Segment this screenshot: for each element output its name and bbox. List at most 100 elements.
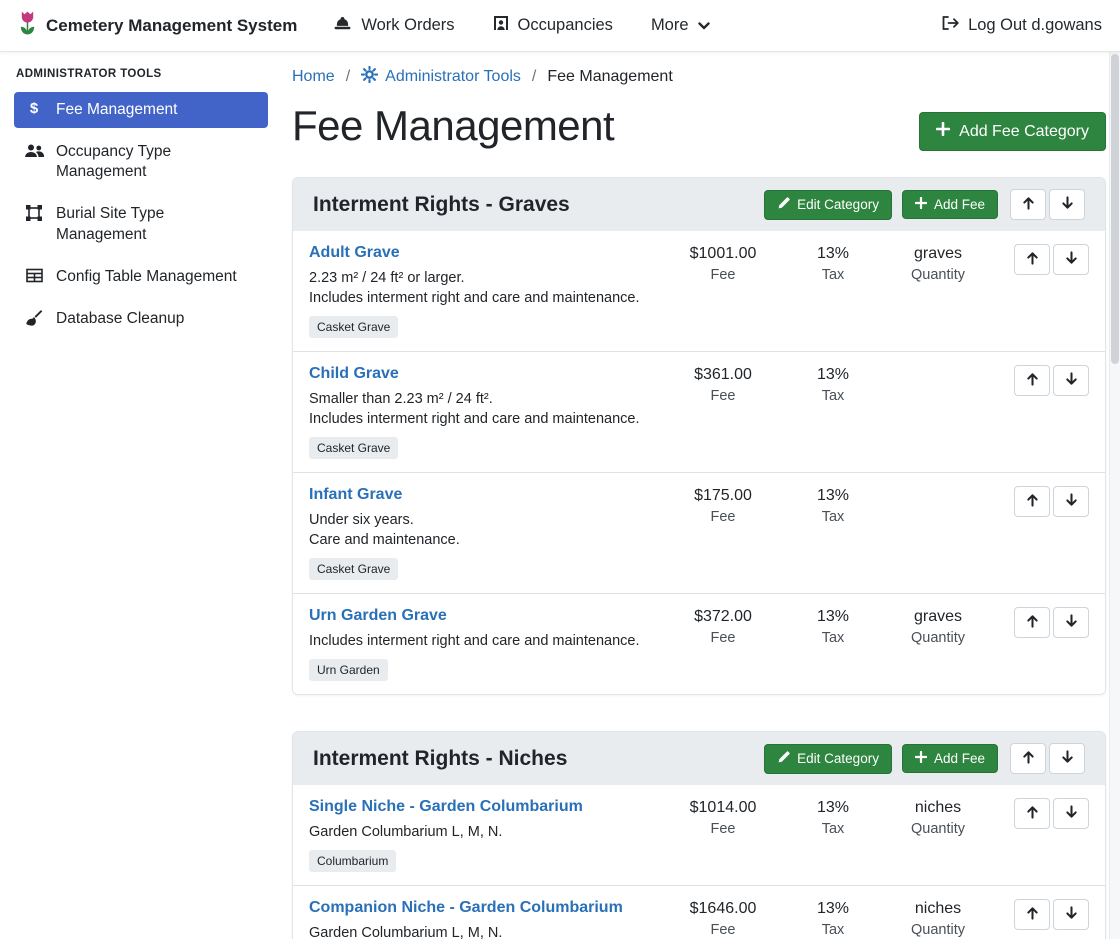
- move-fee-up-button[interactable]: [1014, 486, 1050, 517]
- arrow-up-icon: [1026, 372, 1039, 389]
- arrow-up-icon: [1022, 750, 1035, 767]
- tax-value: 13%: [783, 799, 883, 817]
- arrow-up-icon: [1022, 196, 1035, 213]
- quantity-cell: niches Quantity: [883, 899, 993, 938]
- pencil-icon: [777, 751, 790, 767]
- fee-row: Companion Niche - Garden Columbarium Gar…: [293, 885, 1105, 939]
- tax-label: Tax: [783, 509, 883, 525]
- move-fee-up-button[interactable]: [1014, 365, 1050, 396]
- fee-type-badge: Casket Grave: [309, 558, 398, 580]
- arrow-down-icon: [1061, 750, 1074, 767]
- move-category-up-button[interactable]: [1010, 743, 1046, 774]
- tax-cell: 13% Tax: [783, 899, 883, 938]
- tax-value: 13%: [783, 487, 883, 505]
- tax-label: Tax: [783, 922, 883, 938]
- sidebar-item-fee-management[interactable]: $ Fee Management: [14, 92, 268, 128]
- quantity-cell: niches Quantity: [883, 798, 993, 837]
- breadcrumb-home-link[interactable]: Home: [292, 68, 335, 86]
- move-fee-up-button[interactable]: [1014, 244, 1050, 275]
- arrow-down-icon: [1061, 196, 1074, 213]
- edit-category-button[interactable]: Edit Category: [764, 744, 892, 774]
- occupancy-icon: [493, 15, 509, 36]
- sidebar-item-occupancy-type-management[interactable]: Occupancy Type Management: [14, 134, 268, 190]
- sidebar-item-label: Database Cleanup: [56, 309, 184, 329]
- edit-category-button[interactable]: Edit Category: [764, 190, 892, 220]
- tax-value: 13%: [783, 900, 883, 918]
- add-fee-category-button[interactable]: Add Fee Category: [919, 112, 1106, 151]
- fee-name-link[interactable]: Companion Niche - Garden Columbarium: [309, 899, 623, 917]
- quantity-cell: [883, 486, 993, 487]
- nav-work-orders-label: Work Orders: [361, 16, 454, 35]
- quantity-value: niches: [883, 900, 993, 918]
- fee-label: Fee: [663, 922, 783, 938]
- nav-occupancies[interactable]: Occupancies: [493, 15, 613, 36]
- move-fee-up-button[interactable]: [1014, 899, 1050, 930]
- fee-description: Garden Columbarium L, M, N.: [309, 925, 663, 939]
- fee-description: Smaller than 2.23 m² / 24 ft².: [309, 391, 663, 407]
- fee-label: Fee: [663, 388, 783, 404]
- add-fee-button[interactable]: Add Fee: [902, 190, 998, 219]
- fee-row: Single Niche - Garden Columbarium Garden…: [293, 785, 1105, 885]
- fee-description: Under six years.: [309, 512, 663, 528]
- move-category-down-button[interactable]: [1049, 743, 1085, 774]
- quantity-label: Quantity: [883, 821, 993, 837]
- sidebar-heading: Administrator Tools: [16, 68, 266, 80]
- move-fee-down-button[interactable]: [1053, 486, 1089, 517]
- move-fee-down-button[interactable]: [1053, 798, 1089, 829]
- fee-name-link[interactable]: Urn Garden Grave: [309, 607, 447, 625]
- fee-name-link[interactable]: Single Niche - Garden Columbarium: [309, 798, 583, 816]
- main-content: Home / Administrator Tools: [280, 52, 1120, 939]
- breadcrumb-admin-tools-label: Administrator Tools: [385, 68, 521, 86]
- app-brand[interactable]: Cemetery Management System: [18, 10, 297, 41]
- tax-value: 13%: [783, 366, 883, 384]
- nav-items: Work Orders Occupancies More: [333, 15, 709, 36]
- tax-cell: 13% Tax: [783, 798, 883, 837]
- fee-name-link[interactable]: Adult Grave: [309, 244, 400, 262]
- move-fee-up-button[interactable]: [1014, 798, 1050, 829]
- nav-work-orders[interactable]: Work Orders: [333, 16, 454, 36]
- move-category-up-button[interactable]: [1010, 189, 1046, 220]
- nav-more[interactable]: More: [651, 16, 710, 35]
- scrollbar-thumb[interactable]: [1111, 54, 1119, 364]
- sidebar-item-label: Config Table Management: [56, 267, 237, 287]
- fee-row: Adult Grave 2.23 m² / 24 ft² or larger. …: [293, 231, 1105, 351]
- page-header: Fee Management Add Fee Category: [292, 102, 1106, 151]
- move-fee-down-button[interactable]: [1053, 899, 1089, 930]
- fee-category-card-niches: Interment Rights - Niches Edit Category …: [292, 731, 1106, 939]
- sidebar-item-database-cleanup[interactable]: Database Cleanup: [14, 301, 268, 337]
- fee-description: Includes interment right and care and ma…: [309, 290, 663, 306]
- fee-name-link[interactable]: Infant Grave: [309, 486, 402, 504]
- tax-label: Tax: [783, 630, 883, 646]
- fee-name-link[interactable]: Child Grave: [309, 365, 399, 383]
- tax-label: Tax: [783, 267, 883, 283]
- vector-square-icon: [24, 205, 44, 221]
- move-fee-down-button[interactable]: [1053, 244, 1089, 275]
- fee-cell: $175.00 Fee: [663, 486, 783, 525]
- arrow-down-icon: [1065, 805, 1078, 822]
- logout-button[interactable]: Log Out d.gowans: [941, 15, 1102, 36]
- category-header: Interment Rights - Niches Edit Category …: [293, 732, 1105, 785]
- fee-description: Garden Columbarium L, M, N.: [309, 824, 663, 840]
- quantity-value: graves: [883, 245, 993, 263]
- arrow-up-icon: [1026, 805, 1039, 822]
- page-scrollbar[interactable]: [1109, 0, 1120, 939]
- move-fee-down-button[interactable]: [1053, 365, 1089, 396]
- fee-amount: $361.00: [663, 366, 783, 384]
- move-fee-up-button[interactable]: [1014, 607, 1050, 638]
- add-fee-button[interactable]: Add Fee: [902, 744, 998, 773]
- fee-type-badge: Urn Garden: [309, 659, 388, 681]
- fee-info: Urn Garden Grave Includes interment righ…: [309, 607, 663, 681]
- chevron-down-icon: [698, 16, 710, 35]
- sidebar-item-config-table-management[interactable]: Config Table Management: [14, 259, 268, 295]
- breadcrumb-admin-tools-link[interactable]: Administrator Tools: [361, 66, 521, 88]
- sidebar-item-burial-site-type-management[interactable]: Burial Site Type Management: [14, 196, 268, 252]
- tax-cell: 13% Tax: [783, 607, 883, 646]
- fee-amount: $372.00: [663, 608, 783, 626]
- move-category-down-button[interactable]: [1049, 189, 1085, 220]
- breadcrumb-separator: /: [532, 68, 536, 86]
- breadcrumb: Home / Administrator Tools: [292, 66, 1106, 88]
- fee-amount: $175.00: [663, 487, 783, 505]
- move-fee-down-button[interactable]: [1053, 607, 1089, 638]
- fee-info: Child Grave Smaller than 2.23 m² / 24 ft…: [309, 365, 663, 459]
- tax-label: Tax: [783, 388, 883, 404]
